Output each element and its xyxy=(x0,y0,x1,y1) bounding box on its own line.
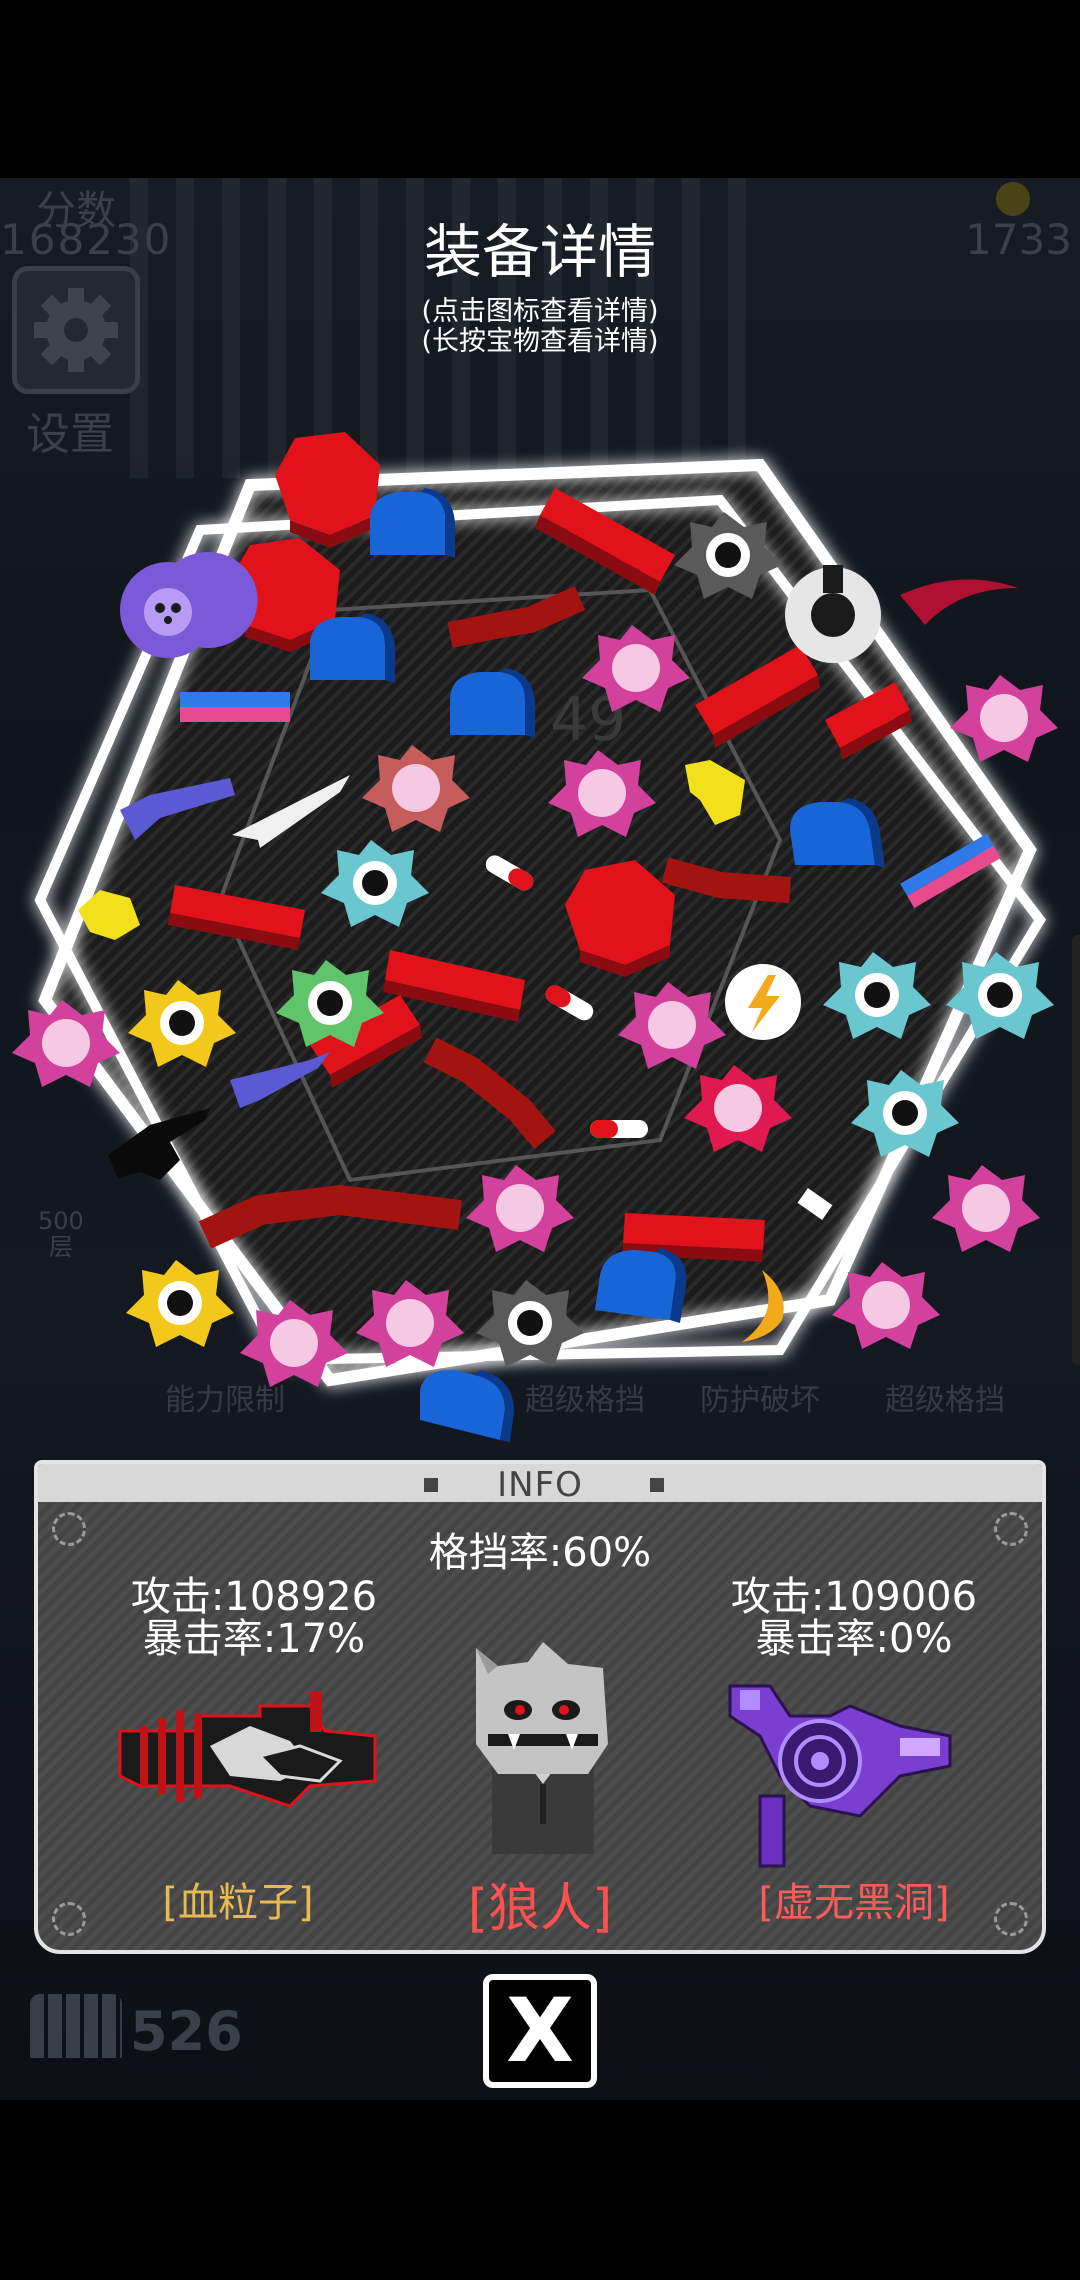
werewolf-character-icon[interactable] xyxy=(468,1634,618,1854)
info-header: INFO xyxy=(38,1464,1042,1505)
hint-tap-icon: (点击图标查看详情) xyxy=(421,296,659,327)
left-weapon-crit: 暴击率:17% xyxy=(142,1616,366,1662)
lightning-orb-item[interactable] xyxy=(725,964,801,1040)
header-bolt xyxy=(650,1478,664,1492)
blue-shield-item[interactable] xyxy=(370,488,455,558)
blue-shield-item[interactable] xyxy=(420,1369,514,1442)
info-title: INFO xyxy=(497,1465,583,1505)
left-weapon-attack: 攻击:108926 xyxy=(130,1574,378,1620)
close-button[interactable]: X xyxy=(483,1974,597,2088)
close-icon: X xyxy=(506,1979,574,2082)
blue-shield-item[interactable] xyxy=(450,668,535,738)
ammo-value: 526 xyxy=(130,2000,243,2063)
left-weapon-stats: 攻击:108926 暴击率:17% xyxy=(104,1576,404,1660)
blue-shield-item[interactable] xyxy=(595,1248,687,1323)
block-rate: 格挡率:60% xyxy=(428,1530,652,1576)
right-weapon-stats: 攻击:109006 暴击率:0% xyxy=(704,1576,1004,1660)
edge-panel-handle[interactable] xyxy=(1072,935,1080,1365)
yellow-gear-item[interactable] xyxy=(126,1260,234,1347)
blood-particle-gun-icon[interactable] xyxy=(110,1686,380,1826)
pink-badge-item[interactable] xyxy=(832,1262,940,1349)
void-black-hole-gun-icon[interactable] xyxy=(720,1676,960,1876)
hint-long-press: (长按宝物查看详情) xyxy=(421,326,659,357)
pink-badge-item[interactable] xyxy=(932,1165,1040,1252)
page-title: 装备详情 xyxy=(423,218,656,286)
red-octagon-item[interactable] xyxy=(275,432,380,548)
striped-bar-item[interactable] xyxy=(180,692,290,722)
right-weapon-attack: 攻击:109006 xyxy=(730,1574,978,1620)
right-weapon-crit: 暴击率:0% xyxy=(755,1616,953,1662)
crimson-fin-item[interactable] xyxy=(900,579,1018,625)
right-weapon-name[interactable]: [虚无黑洞] xyxy=(724,1870,984,1928)
blue-shield-item[interactable] xyxy=(310,613,395,683)
ammo-icon xyxy=(30,1994,122,2058)
info-panel: INFO 格挡率:60% 攻击:108926 暴击率:17% 攻击:109006… xyxy=(34,1460,1046,1954)
equipment-hexagon: 49 xyxy=(12,432,1058,1442)
pill-item[interactable] xyxy=(590,1120,648,1138)
